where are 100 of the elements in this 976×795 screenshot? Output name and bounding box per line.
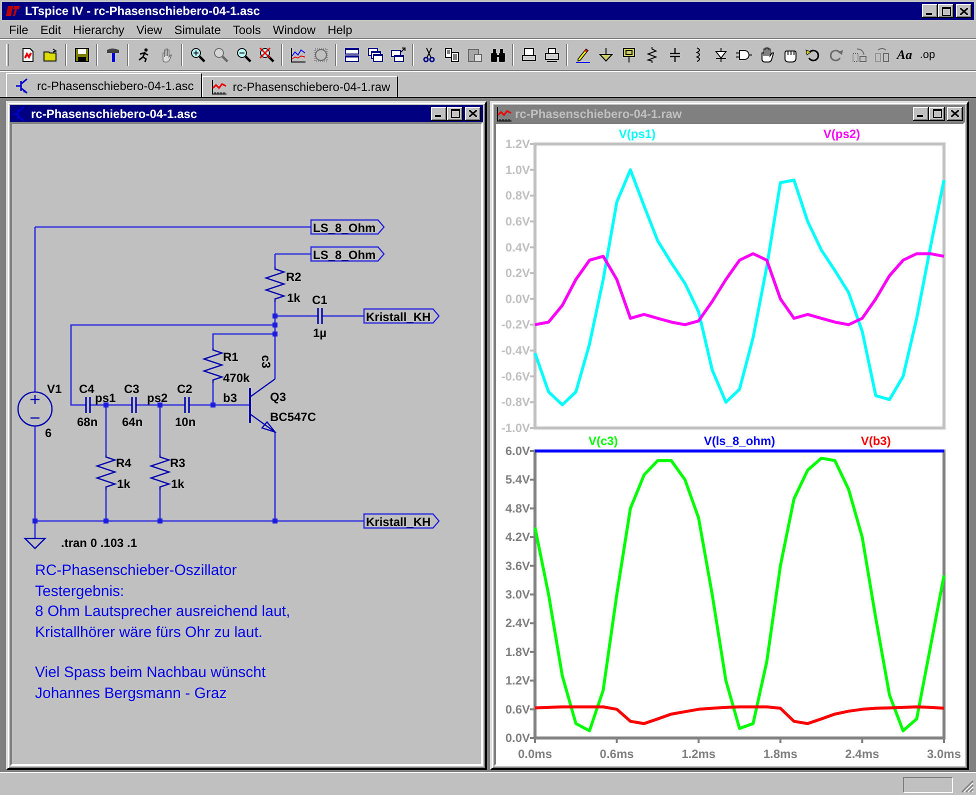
- component-value: 68n: [77, 415, 98, 429]
- menu-item[interactable]: Tools: [226, 22, 267, 36]
- component-value: 1µ: [313, 326, 327, 340]
- maximize-button[interactable]: [929, 106, 945, 120]
- component-name: R4: [116, 456, 132, 470]
- minimize-button[interactable]: [913, 106, 929, 120]
- y-tick-label: -1.0V: [501, 421, 530, 432]
- zoom-out-icon[interactable]: [236, 46, 252, 62]
- y-tick-label: -0.2V: [501, 318, 530, 332]
- y-tick-label: 6.0V: [505, 444, 530, 458]
- document-tab[interactable]: rc-Phasenschiebero-04-1.raw: [202, 76, 398, 97]
- zoom-in-icon[interactable]: [190, 46, 206, 62]
- resistor-symbol: [148, 455, 172, 490]
- folder-icon[interactable]: [42, 46, 58, 62]
- toolbar-text-button[interactable]: .op: [920, 48, 936, 60]
- window-title: LTspice IV - rc-Phasenschiebero-04-1.asc: [25, 4, 260, 18]
- copy-icon[interactable]: [444, 46, 460, 62]
- print-preview-icon[interactable]: [520, 46, 536, 62]
- capacitor-symbol: [184, 396, 190, 414]
- close-icon: [951, 110, 959, 117]
- close-icon: [960, 8, 968, 14]
- new-document-icon[interactable]: [20, 46, 36, 62]
- capacitor-symbol: [85, 396, 91, 414]
- hammer-icon[interactable]: [104, 46, 120, 62]
- net-label: Kristall_KH: [363, 513, 440, 529]
- menu-item[interactable]: Hierarchy: [67, 22, 130, 36]
- component-value: 64n: [122, 415, 143, 429]
- component-name: C3: [124, 382, 140, 396]
- y-tick-label: 1.2V: [505, 674, 530, 688]
- capacitor-symbol: [131, 396, 137, 414]
- status-panel: [903, 777, 953, 793]
- comment-line: 8 Ohm Lautsprecher ausreichend laut,: [35, 603, 290, 620]
- net-label: LS_8_Ohm: [310, 246, 385, 262]
- y-tick-label: 5.4V: [505, 472, 530, 487]
- comment-line: Kristallhörer wäre fürs Ohr zu laut.: [35, 624, 263, 641]
- trace-label[interactable]: V(b3): [860, 434, 891, 448]
- hand-icon[interactable]: [758, 46, 774, 62]
- crossed-magnifier-icon[interactable]: [258, 46, 274, 62]
- diode-icon[interactable]: [712, 46, 728, 62]
- cascade-windows-icon[interactable]: [366, 46, 382, 62]
- component-name: R1: [223, 350, 238, 364]
- capacitor-symbol: [317, 307, 323, 325]
- pencil-icon[interactable]: [574, 46, 590, 62]
- y-tick-label: -0.6V: [501, 369, 530, 384]
- net-label: Kristall_KH: [363, 308, 440, 324]
- close-button[interactable]: [465, 106, 481, 120]
- y-tick-label: 0.2V: [505, 266, 530, 280]
- maximize-button[interactable]: [938, 4, 954, 18]
- comment-line: Johannes Bergsmann - Graz: [35, 685, 227, 702]
- label-flag-icon[interactable]: [620, 46, 636, 62]
- maximize-button[interactable]: [447, 106, 463, 120]
- toolbar-text-button[interactable]: Aa: [896, 46, 912, 62]
- undo-icon[interactable]: [804, 46, 820, 62]
- menu-item[interactable]: Simulate: [168, 22, 227, 36]
- close-icon: [469, 110, 477, 117]
- y-tick-label: 0.0V: [505, 292, 530, 306]
- y-tick-label: 3.6V: [505, 558, 530, 573]
- waveform-icon: [210, 79, 227, 95]
- resistor-symbol: [94, 455, 118, 490]
- component-name: R3: [170, 456, 186, 470]
- minimize-button[interactable]: [922, 4, 938, 18]
- printer-icon[interactable]: [544, 46, 560, 62]
- y-tick-label: 0.6V: [505, 214, 530, 228]
- minimize-button[interactable]: [431, 106, 447, 120]
- comment-line: RC-Phasenschieber-Oszillator: [35, 562, 237, 579]
- x-tick-label: 1.8ms: [763, 747, 798, 761]
- close-button[interactable]: [956, 4, 972, 18]
- maximize-icon: [942, 6, 950, 16]
- window-title: rc-Phasenschiebero-04-1.asc: [31, 106, 198, 120]
- waveform-grid-icon[interactable]: [290, 46, 306, 62]
- component-value: 10n: [175, 415, 196, 429]
- maximize-icon: [932, 109, 942, 118]
- component-name: V1: [47, 382, 62, 396]
- x-tick-label: 0.6ms: [600, 747, 634, 761]
- y-tick-label: 2.4V: [505, 616, 530, 630]
- menu-item[interactable]: File: [3, 22, 34, 36]
- voltage-source-symbol: [17, 391, 53, 427]
- menu-item[interactable]: View: [130, 22, 168, 36]
- ground-symbol-icon[interactable]: [598, 46, 614, 62]
- ground-symbol: [23, 538, 47, 550]
- resize-grip-icon[interactable]: [961, 780, 974, 793]
- y-tick-label: 4.2V: [505, 530, 530, 544]
- comment-line: Testergebnis:: [35, 583, 124, 600]
- scissors-icon[interactable]: [420, 46, 436, 62]
- stacked-windows-icon[interactable]: [390, 46, 406, 62]
- y-tick-label: 1.8V: [505, 644, 530, 659]
- trace-label[interactable]: V(ls_8_ohm): [704, 434, 776, 448]
- window-title: rc-Phasenschiebero-04-1.raw: [515, 106, 682, 120]
- node-label: c3: [259, 355, 273, 368]
- menu-item[interactable]: Edit: [34, 22, 68, 36]
- document-tab[interactable]: rc-Phasenschiebero-04-1.asc: [6, 73, 202, 97]
- menu-item[interactable]: Window: [266, 22, 322, 36]
- maximize-icon: [450, 109, 460, 118]
- tile-windows-icon[interactable]: [344, 46, 360, 62]
- component-value: BC547C: [270, 410, 316, 424]
- close-button[interactable]: [947, 106, 963, 120]
- x-tick-label: 3.0ms: [926, 747, 962, 761]
- binoculars-icon[interactable]: [490, 46, 506, 62]
- menu-item[interactable]: Help: [322, 22, 358, 36]
- spice-directive: .tran 0 .103 .1: [61, 536, 138, 550]
